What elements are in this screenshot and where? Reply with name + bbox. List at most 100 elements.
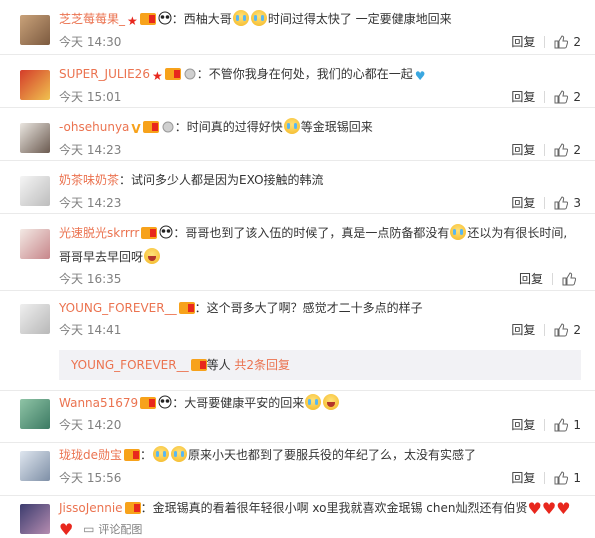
reply-username[interactable]: YOUNG_FOREVER__ (71, 358, 189, 372)
heart-icon: ♥ (527, 499, 542, 518)
view-replies-link[interactable]: 共2条回复 (234, 358, 290, 372)
kiss-emoji-icon (323, 394, 340, 410)
like-button[interactable]: 2 (554, 143, 581, 157)
thumbs-up-icon (554, 322, 569, 336)
comment-text: 还以为有很长时间, (467, 226, 568, 240)
crying-emoji-icon (450, 224, 467, 240)
crying-emoji-icon (305, 394, 322, 410)
medal-icon (161, 118, 175, 140)
reply-summary-text: 等人 (206, 358, 231, 372)
avatar[interactable] (20, 15, 50, 45)
reply-button[interactable]: 回复 (511, 194, 535, 211)
comment-time: 今天 14:23 (59, 143, 122, 157)
comment: 珑珑de勋宝：原来小天也都到了要服兵役的年纪了么，太没有实感了 今天 15:56… (0, 443, 595, 496)
blue-heart-icon: ♥ (414, 69, 426, 83)
comment: 芝芝莓莓果_ ★ ：西柚大哥 时间过得太快了 一定要健康地回来 今天 14:30 回复… (0, 0, 595, 55)
vip-badge-icon (190, 352, 207, 382)
thumbs-up-icon (554, 417, 569, 431)
thumbs-up-icon (554, 142, 569, 156)
like-count: 1 (573, 470, 581, 485)
gold-v-icon: V (131, 122, 141, 136)
vip-badge-icon (124, 499, 141, 521)
reply-button[interactable]: 回复 (511, 321, 535, 338)
like-button[interactable]: 3 (554, 196, 581, 210)
red-star-icon: ★ (127, 14, 138, 28)
comment: Wanna51679 ：大哥要健康平安的回来 今天 14:20 回复 1 (0, 391, 595, 443)
reply-button[interactable]: 回复 (519, 270, 543, 287)
like-button[interactable]: 1 (554, 471, 581, 485)
username-link[interactable]: JissoJennie (59, 501, 123, 515)
thumbs-up-icon (554, 89, 569, 103)
comment-time: 今天 16:35 (59, 272, 122, 286)
reply-button[interactable]: 回复 (511, 141, 535, 158)
comment-text: 西柚大哥 (183, 12, 232, 26)
like-button[interactable]: 2 (554, 90, 581, 104)
comment-text: 时间过得太快了 一定要健康地回来 (267, 12, 452, 26)
crying-emoji-icon (171, 446, 188, 462)
vip-badge-icon (124, 446, 141, 468)
thumbs-up-icon (554, 195, 569, 209)
like-count: 1 (573, 417, 581, 432)
username-link[interactable]: Wanna51679 (59, 396, 138, 410)
avatar[interactable] (20, 304, 50, 334)
comment-time: 今天 14:41 (59, 323, 122, 337)
like-button[interactable] (562, 271, 581, 286)
crying-emoji-icon (250, 10, 267, 26)
like-count: 3 (573, 195, 581, 210)
comment-time: 今天 14:30 (59, 35, 122, 49)
comment-time: 今天 15:01 (59, 90, 122, 104)
username-link[interactable]: 奶茶味奶茶 (59, 173, 119, 187)
crying-emoji-icon (232, 10, 249, 26)
heart-icon: ♥ (59, 520, 74, 538)
like-count: 2 (573, 34, 581, 49)
avatar[interactable] (20, 229, 50, 259)
like-button[interactable]: 1 (554, 418, 581, 432)
comment-text: 这个哥多大了啊？感觉才二十多点的样子 (206, 301, 423, 315)
reply-button[interactable]: 回复 (511, 88, 535, 105)
comment-time: 今天 14:23 (59, 196, 122, 210)
comment-text: 大哥要健康平安的回来 (184, 396, 305, 410)
comment: 奶茶味奶茶：试问多少人都是因为EXO接触的韩流 今天 14:23 回复 3 (0, 161, 595, 214)
username-link[interactable]: 芝芝莓莓果_ (59, 12, 125, 26)
panda-icon (158, 10, 172, 32)
username-link[interactable]: 珑珑de勋宝 (59, 448, 122, 462)
comment-text: 试问多少人都是因为EXO接触的韩流 (131, 173, 324, 187)
comment-text: 金珉锡真的看着很年轻很小啊 xo里我就喜欢金珉锡 chen灿烈还有伯贤 (152, 501, 528, 515)
view-image-link[interactable]: 评论配图 (98, 523, 142, 536)
comment-text: 哥哥也到了该入伍的时候了，真是一点防备都没有 (185, 226, 450, 240)
comment-text: 哥哥早去早回呀 (59, 250, 144, 264)
medal-icon (183, 65, 197, 87)
heart-icon: ♥ (541, 499, 557, 518)
comment-text: 不管你我身在何处，我们的心都在一起 (208, 67, 413, 81)
username-link[interactable]: -ohsehunya (59, 120, 129, 134)
vip-badge-icon (178, 299, 195, 321)
heart-icon: ♥ (556, 499, 571, 518)
username-link[interactable]: 光速脱光skrrrr (59, 226, 139, 240)
like-count: 2 (573, 89, 581, 104)
avatar[interactable] (20, 70, 50, 100)
comment-time: 今天 15:56 (59, 471, 122, 485)
like-button[interactable]: 2 (554, 323, 581, 337)
vip-badge-icon (164, 65, 181, 87)
panda-icon (158, 394, 172, 416)
avatar[interactable] (20, 504, 50, 534)
username-link[interactable]: YOUNG_FOREVER__ (59, 301, 177, 315)
like-button[interactable]: 2 (554, 35, 581, 49)
reply-button[interactable]: 回复 (511, 416, 535, 433)
laughing-emoji-icon (144, 248, 161, 264)
vip-badge-icon (140, 394, 157, 416)
vip-badge-icon (139, 10, 156, 32)
reply-button[interactable]: 回复 (511, 469, 535, 486)
avatar[interactable] (20, 451, 50, 481)
like-count: 2 (573, 142, 581, 157)
thumbs-up-icon (562, 271, 576, 285)
reply-button[interactable]: 回复 (511, 33, 535, 50)
vip-badge-icon (141, 224, 158, 246)
vip-badge-icon (142, 118, 159, 140)
avatar[interactable] (20, 123, 50, 153)
avatar[interactable] (20, 399, 50, 429)
avatar[interactable] (20, 176, 50, 206)
username-link[interactable]: SUPER_JULIE26 (59, 67, 150, 81)
panda-icon (159, 224, 173, 246)
crying-emoji-icon (283, 118, 300, 134)
